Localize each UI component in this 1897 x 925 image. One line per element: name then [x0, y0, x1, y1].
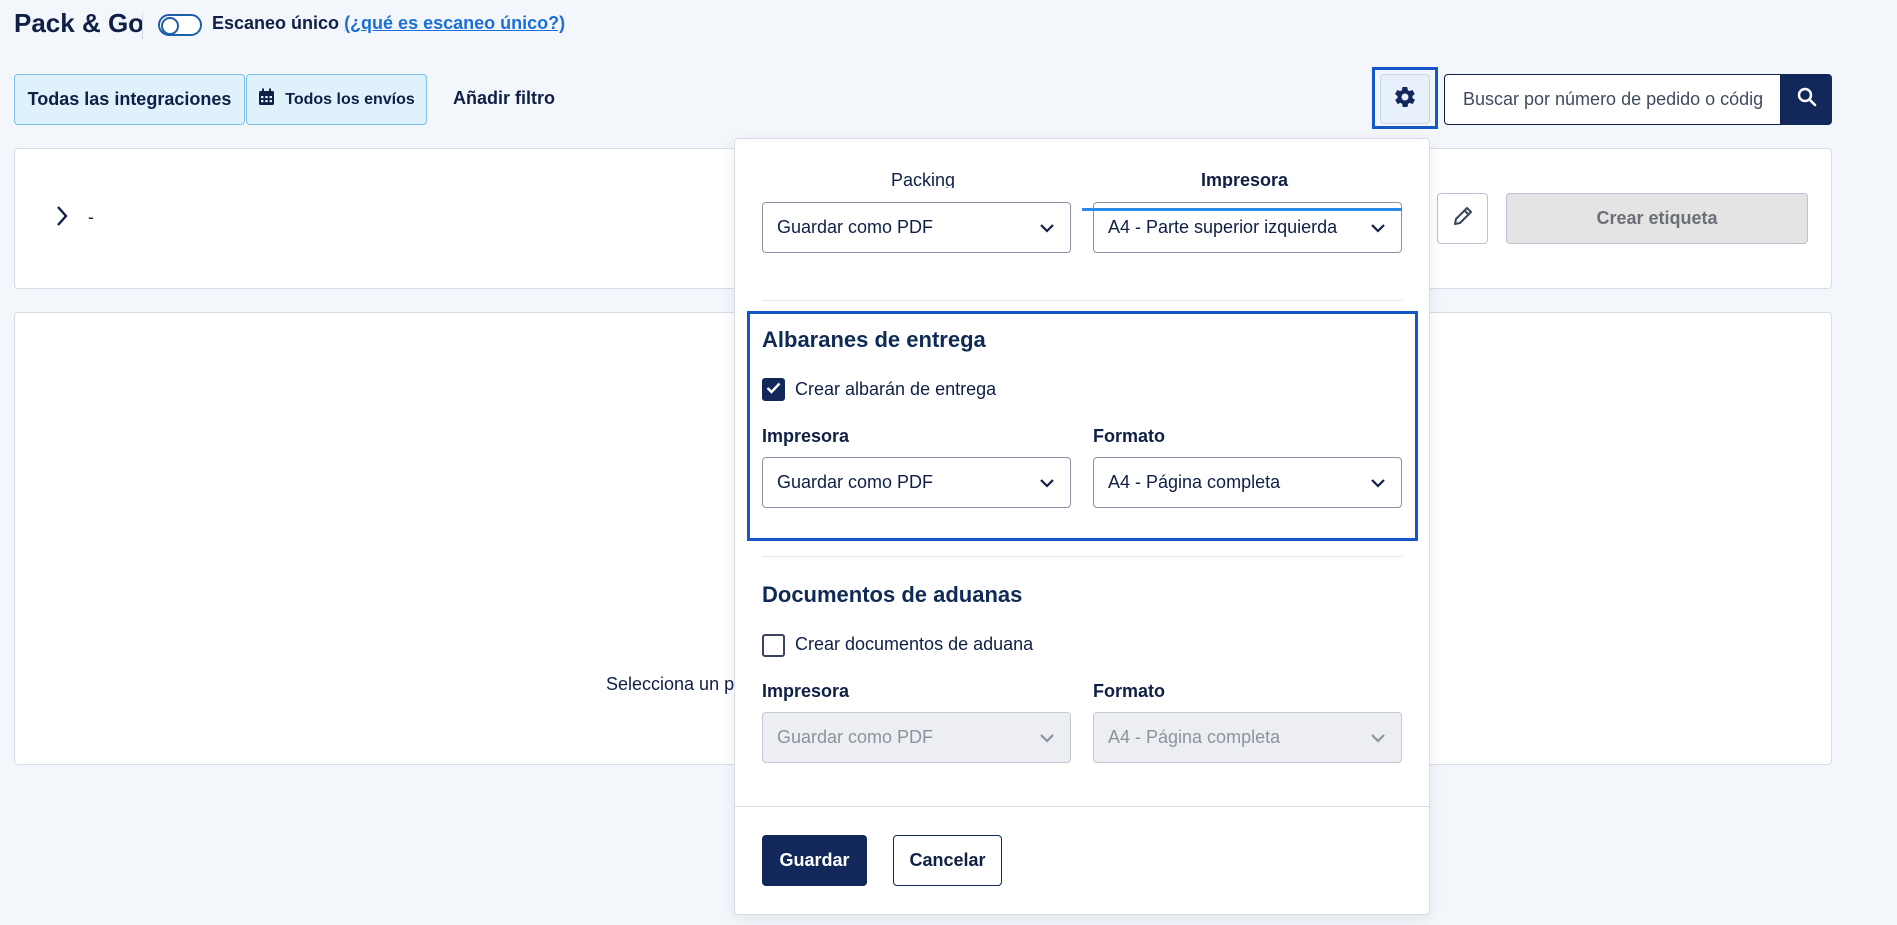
section-divider — [762, 556, 1402, 557]
gear-icon — [1393, 85, 1417, 114]
create-customs-docs-label: Crear documentos de aduana — [795, 634, 1034, 654]
section-divider — [762, 300, 1402, 301]
search-input[interactable] — [1444, 74, 1781, 125]
delivery-format-select[interactable]: A4 - Página completa — [1093, 457, 1402, 508]
customs-printer-value: Guardar como PDF — [777, 727, 934, 747]
settings-button[interactable] — [1380, 74, 1430, 124]
edit-button[interactable] — [1437, 193, 1488, 244]
toggle-knob — [161, 17, 179, 35]
integrations-filter-button[interactable]: Todas las integraciones — [14, 74, 245, 125]
search-button[interactable] — [1781, 74, 1832, 125]
create-label-button[interactable]: Crear etiqueta — [1506, 193, 1808, 244]
shipments-filter-button[interactable]: Todos los envíos — [246, 74, 427, 125]
chevron-down-icon — [1371, 472, 1385, 493]
customs-printer-label: Impresora — [762, 681, 850, 701]
customs-format-label: Formato — [1093, 681, 1165, 701]
active-tab-indicator-overlay — [1082, 208, 1402, 211]
pencil-icon — [1452, 205, 1474, 232]
add-filter-link[interactable]: Añadir filtro — [453, 88, 555, 109]
single-scan-help-link[interactable]: (¿qué es escaneo único?) — [344, 13, 565, 33]
checkmark-icon — [766, 381, 781, 399]
page-title: Pack & Go — [14, 8, 145, 38]
title-divider — [142, 13, 143, 39]
delivery-format-label: Formato — [1093, 426, 1165, 446]
create-delivery-note-checkbox[interactable] — [762, 378, 785, 401]
chevron-right-icon[interactable] — [55, 205, 69, 232]
delivery-printer-value: Guardar como PDF — [777, 472, 934, 492]
integrations-filter-label: Todas las integraciones — [27, 89, 232, 109]
chevron-down-icon — [1040, 217, 1054, 238]
shipments-filter-label: Todos los envíos — [285, 90, 415, 108]
single-scan-toggle[interactable] — [158, 14, 202, 36]
customs-printer-select[interactable]: Guardar como PDF — [762, 712, 1071, 763]
scroll-mask — [735, 188, 1429, 202]
create-delivery-note-label: Crear albarán de entrega — [795, 379, 997, 399]
customs-format-value: A4 - Página completa — [1108, 727, 1281, 747]
single-scan-text: Escaneo único (¿qué es escaneo único?) — [212, 13, 565, 34]
empty-state-text: Selecciona un pe — [606, 674, 745, 694]
customs-docs-title: Documentos de aduanas — [762, 582, 1023, 607]
order-title: - — [88, 207, 94, 227]
cancel-button[interactable]: Cancelar — [893, 835, 1002, 886]
chevron-down-icon — [1040, 727, 1054, 748]
search-icon — [1797, 87, 1817, 112]
delivery-notes-title: Albaranes de entrega — [762, 327, 986, 352]
customs-format-select[interactable]: A4 - Página completa — [1093, 712, 1402, 763]
label-printer-value: Guardar como PDF — [777, 217, 934, 237]
chevron-down-icon — [1371, 217, 1385, 238]
label-printer-select[interactable]: Guardar como PDF — [762, 202, 1071, 253]
delivery-printer-select[interactable]: Guardar como PDF — [762, 457, 1071, 508]
chevron-down-icon — [1371, 727, 1385, 748]
delivery-format-value: A4 - Página completa — [1108, 472, 1281, 492]
chevron-down-icon — [1040, 472, 1054, 493]
calendar-icon — [258, 88, 275, 111]
save-button[interactable]: Guardar — [762, 835, 867, 886]
panel-footer-divider — [735, 806, 1429, 807]
single-scan-label: Escaneo único — [212, 13, 340, 33]
label-format-value: A4 - Parte superior izquierda — [1108, 217, 1338, 237]
delivery-printer-label: Impresora — [762, 426, 850, 446]
create-customs-docs-checkbox[interactable] — [762, 634, 785, 657]
